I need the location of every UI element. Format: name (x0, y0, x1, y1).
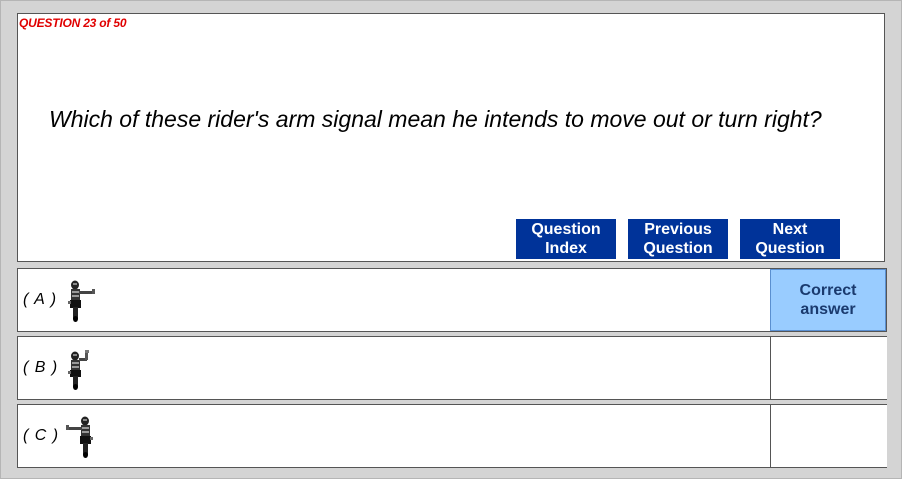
next-question-label-2: Question (755, 240, 825, 257)
previous-question-label-2: Question (643, 240, 713, 257)
status-label-2: answer (800, 301, 856, 318)
answer-letter: ( B ) (23, 359, 59, 376)
answer-status (770, 337, 887, 399)
status-label-1: Correct (799, 282, 857, 299)
question-panel: QUESTION 23 of 50 Which of these rider's… (17, 13, 885, 262)
answer-letter: ( A ) (23, 291, 58, 308)
answer-option-a[interactable]: ( A ) Correct answer (17, 268, 887, 332)
question-counter: QUESTION 23 of 50 (19, 16, 127, 30)
rider-arm-up-icon (68, 350, 89, 390)
question-index-label-1: Question (531, 221, 601, 238)
answer-option-b[interactable]: ( B ) (17, 336, 887, 400)
answer-letter: ( C ) (23, 427, 60, 444)
previous-question-label-1: Previous (644, 221, 712, 238)
rider-arm-out-right-icon (68, 280, 95, 322)
question-index-button[interactable]: Question Index (516, 219, 616, 259)
quiz-window: QUESTION 23 of 50 Which of these rider's… (0, 0, 902, 479)
previous-question-button[interactable]: Previous Question (628, 219, 728, 259)
answer-option-c[interactable]: ( C ) (17, 404, 887, 468)
question-index-label-2: Index (545, 240, 587, 257)
question-text: Which of these rider's arm signal mean h… (49, 106, 822, 132)
next-question-label-1: Next (772, 221, 808, 238)
rider-arm-out-left-icon (66, 416, 93, 458)
answer-status (770, 405, 887, 467)
next-question-button[interactable]: Next Question (740, 219, 840, 259)
correct-answer-indicator: Correct answer (770, 269, 886, 331)
